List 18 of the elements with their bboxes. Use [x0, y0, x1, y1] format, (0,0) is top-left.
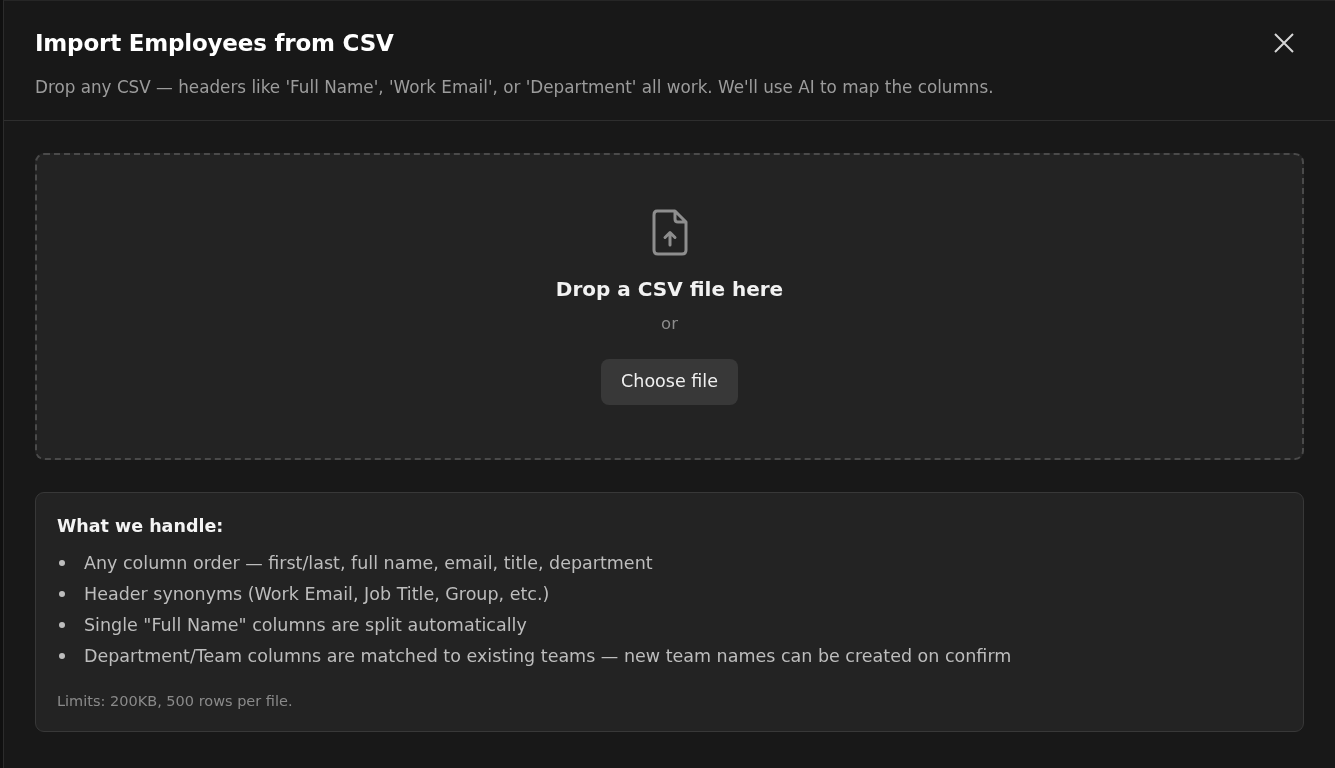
close-icon [1274, 33, 1294, 53]
info-heading: What we handle: [57, 515, 225, 538]
dialog-subtitle: Drop any CSV — headers like 'Full Name', 'Work Email', or 'Department' all work. We'll use AI to map the columns. [35, 76, 994, 99]
list-item-text: Single "Full Name" columns are split automatically [84, 613, 527, 637]
list-item-text: Department/Team columns are matched to existing teams — new team names can be created on confirm [84, 644, 1012, 668]
or-separator: or [661, 312, 678, 335]
bullet-icon [59, 652, 65, 659]
file-upload-icon [651, 208, 688, 256]
drop-heading: Drop a CSV file here [555, 275, 784, 303]
file-drop-zone[interactable]: Drop a CSV file here or Choose file [35, 153, 1304, 460]
limits-note: Limits: 200KB, 500 rows per file. [57, 692, 294, 711]
list-item-text: Header synonyms (Work Email, Job Title, Group, etc.) [84, 582, 550, 606]
bullet-icon [59, 621, 65, 628]
bullet-icon [59, 559, 65, 566]
dialog-title: Import Employees from CSV [35, 29, 395, 58]
bullet-icon [59, 590, 65, 597]
list-item-text: Any column order — first/last, full name, email, title, department [84, 551, 653, 575]
choose-file-button[interactable]: Choose file [601, 358, 738, 405]
